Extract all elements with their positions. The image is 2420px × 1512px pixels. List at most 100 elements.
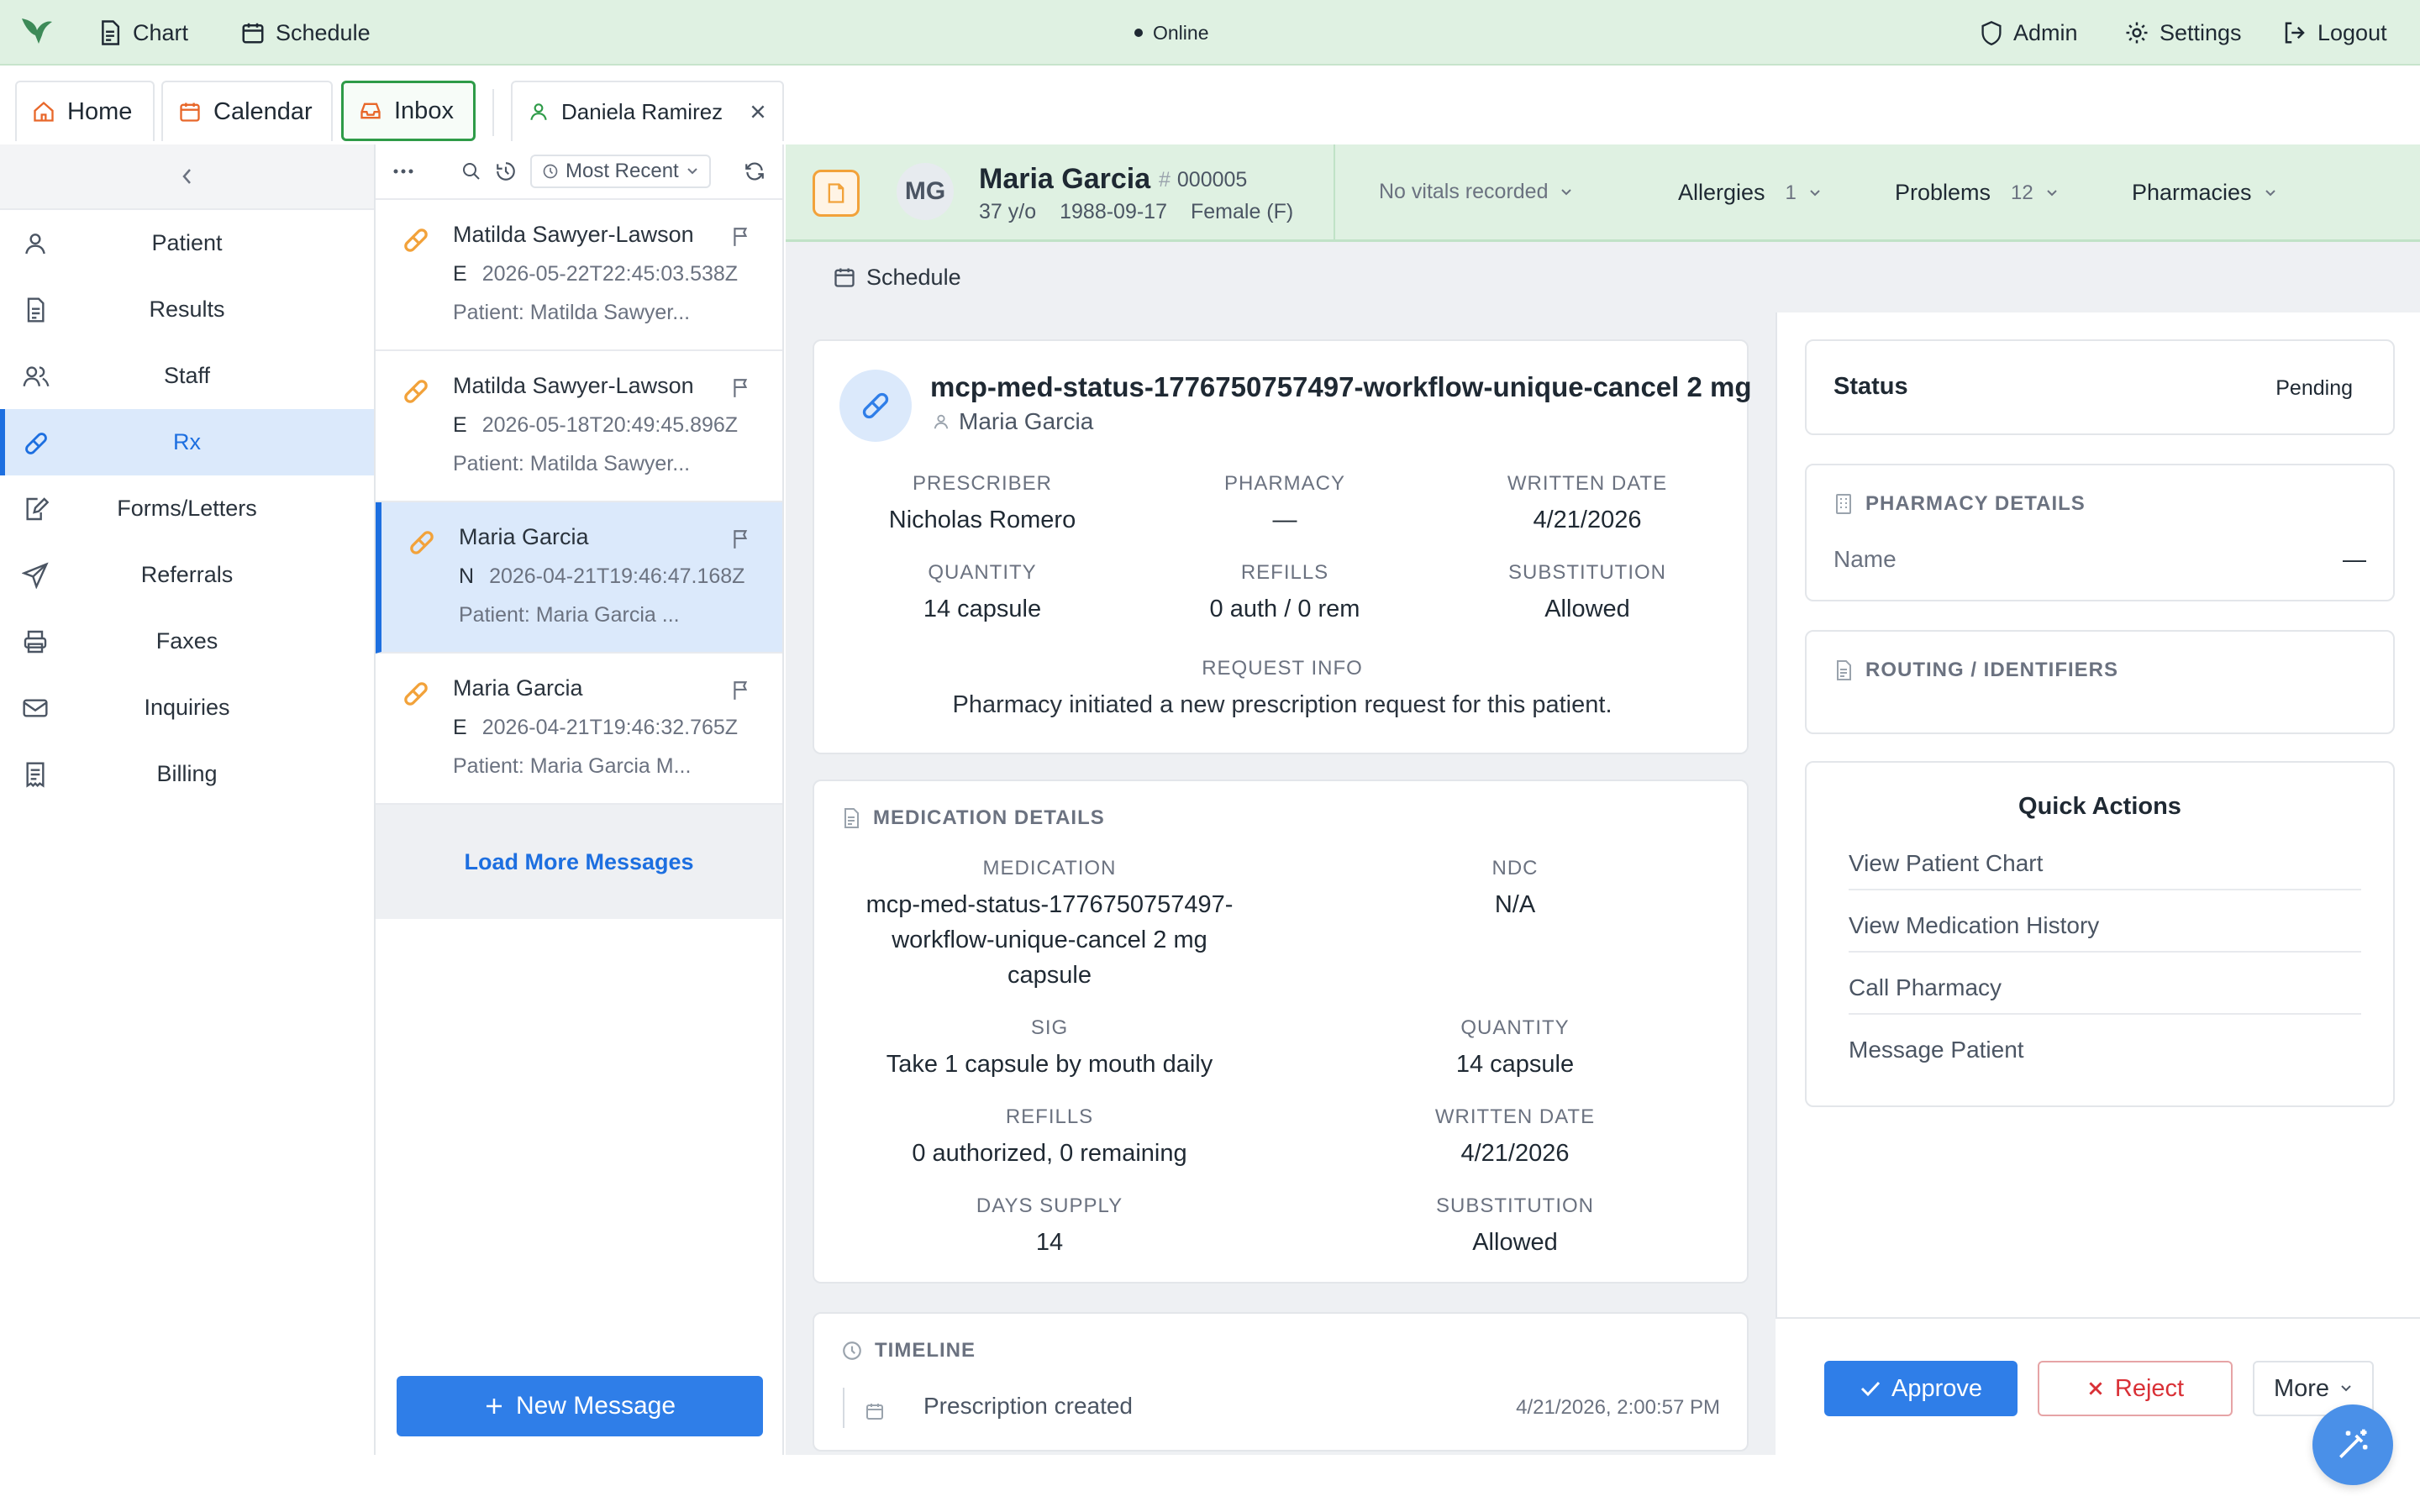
sidebar-item-rx[interactable]: Rx: [0, 409, 374, 475]
nav-settings[interactable]: Settings: [2124, 0, 2242, 66]
printer-icon: [22, 628, 49, 655]
sort-select[interactable]: Most Recent: [530, 155, 711, 188]
close-icon: [2086, 1379, 2105, 1398]
nav-logout[interactable]: Logout: [2282, 0, 2387, 66]
sidebar-item-label: Results: [149, 297, 225, 322]
flag-icon[interactable]: [730, 679, 752, 702]
patient-name[interactable]: Maria Garcia: [979, 163, 1150, 196]
chevron-down-icon: [2339, 1383, 2353, 1394]
timeline-line: [843, 1388, 844, 1428]
field-value: 4/21/2026: [1460, 1140, 1570, 1167]
field-value: Nicholas Romero: [888, 507, 1076, 533]
pill-icon: [407, 528, 437, 558]
pill-icon: [22, 429, 50, 458]
mail-icon: [22, 695, 49, 722]
connection-status: Online: [1134, 0, 1208, 66]
field-label: REQUEST INFO: [1202, 657, 1363, 680]
section-title: MEDICATION DETAILS: [841, 806, 1105, 830]
message-sender: Matilda Sawyer-Lawson: [453, 222, 694, 247]
message-item-selected[interactable]: Maria Garcia N 2026-04-21T19:46:47.168Z P…: [376, 502, 782, 654]
flag-icon[interactable]: [730, 225, 752, 249]
more-options-icon[interactable]: [392, 167, 414, 176]
magic-wand-button[interactable]: [2312, 1404, 2393, 1485]
approve-button[interactable]: Approve: [1824, 1361, 2018, 1416]
sidebar-item-inquiries[interactable]: Inquiries: [0, 675, 374, 741]
gear-icon: [2124, 20, 2149, 45]
rx-patient: Maria Garcia: [932, 408, 1093, 435]
flag-icon[interactable]: [730, 376, 752, 400]
search-icon[interactable]: [461, 161, 481, 181]
nav-schedule[interactable]: Schedule: [240, 0, 371, 66]
field-value: 14: [1035, 1229, 1064, 1256]
tab-inbox[interactable]: Inbox: [341, 81, 476, 141]
schedule-link[interactable]: Schedule: [866, 265, 961, 291]
message-timestamp: 2026-04-21T19:46:32.765Z: [481, 716, 739, 739]
med-refills: REFILLS 0 authorized, 0 remaining: [831, 1105, 1268, 1171]
nav-schedule-label: Schedule: [276, 19, 371, 45]
patient-demographics: 37 y/o 1988-09-17 Female (F): [979, 200, 1293, 224]
allergies-dropdown[interactable]: Allergies 1: [1678, 180, 1822, 206]
inbox-icon: [359, 99, 382, 123]
patient-subbar: Schedule: [786, 242, 2420, 312]
view-medication-history-link[interactable]: View Medication History: [1849, 912, 2361, 939]
user-icon: [932, 412, 950, 431]
pharmacy-details-card: PHARMACY DETAILS Name —: [1805, 464, 2395, 601]
reject-label: Reject: [2114, 1374, 2185, 1402]
home-icon: [32, 100, 55, 123]
sidebar-collapse-button[interactable]: [0, 144, 374, 210]
app-logo-icon[interactable]: [18, 15, 54, 47]
nav-settings-label: Settings: [2160, 19, 2242, 45]
field-label: REFILLS: [1005, 1105, 1094, 1128]
pharmacies-dropdown[interactable]: Pharmacies: [2132, 180, 2277, 206]
close-icon[interactable]: [749, 102, 767, 121]
clock-icon: [841, 1340, 863, 1362]
rx-title: mcp-med-status-1776750757497-workflow-un…: [930, 371, 1752, 402]
field-value: mcp-med-status-1776750757497- workflow-u…: [831, 887, 1268, 993]
refresh-icon[interactable]: [744, 160, 765, 182]
problems-count: 12: [2011, 181, 2033, 204]
timeline-event: Prescription created: [923, 1393, 1134, 1419]
tab-calendar[interactable]: Calendar: [161, 81, 333, 141]
clock-icon: [542, 163, 559, 180]
sidebar-item-faxes[interactable]: Faxes: [0, 608, 374, 675]
vitals-dropdown[interactable]: No vitals recorded: [1379, 180, 1573, 204]
message-item[interactable]: Matilda Sawyer-Lawson E 2026-05-22T22:45:…: [376, 200, 782, 351]
sidebar-item-staff[interactable]: Staff: [0, 343, 374, 409]
pharmacies-label: Pharmacies: [2132, 180, 2252, 205]
field-value: Allowed: [1472, 1229, 1558, 1256]
patient-sex: Female (F): [1191, 200, 1294, 223]
patient-dob: 1988-09-17: [1060, 200, 1167, 223]
sidebar-item-results[interactable]: Results: [0, 276, 374, 343]
flag-icon[interactable]: [730, 528, 752, 551]
message-patient-link[interactable]: Message Patient: [1849, 1037, 2361, 1063]
user-icon: [22, 230, 49, 257]
load-more-button[interactable]: Load More Messages: [376, 805, 782, 919]
nav-chart[interactable]: Chart: [97, 0, 188, 66]
sidebar-item-referrals[interactable]: Referrals: [0, 542, 374, 608]
note-icon[interactable]: [813, 170, 860, 217]
field-value: Take 1 capsule by mouth daily: [886, 1051, 1213, 1078]
form-edit-icon: [22, 496, 49, 522]
sidebar-item-patient[interactable]: Patient: [0, 210, 374, 276]
tab-home[interactable]: Home: [15, 81, 155, 141]
nav-admin[interactable]: Admin: [1980, 0, 2078, 66]
message-timestamp: 2026-05-22T22:45:03.538Z: [481, 262, 739, 286]
field-value: Allowed: [1544, 596, 1630, 622]
message-item[interactable]: Matilda Sawyer-Lawson E 2026-05-18T20:49:…: [376, 351, 782, 502]
sidebar-item-label: Forms/Letters: [117, 496, 257, 521]
new-message-button[interactable]: New Message: [397, 1376, 763, 1436]
message-type-code: E: [453, 716, 467, 739]
sidebar-item-label: Rx: [173, 429, 201, 454]
sidebar-item-forms-letters[interactable]: Forms/Letters: [0, 475, 374, 542]
tab-patient-daniela-ramirez[interactable]: Daniela Ramirez: [511, 81, 784, 141]
message-timestamp: 2026-05-18T20:49:45.896Z: [481, 413, 739, 437]
message-item[interactable]: Maria Garcia E 2026-04-21T19:46:32.765Z P…: [376, 654, 782, 805]
sidebar-item-billing[interactable]: Billing: [0, 741, 374, 807]
message-sender: Maria Garcia: [453, 675, 583, 701]
call-pharmacy-link[interactable]: Call Pharmacy: [1849, 974, 2361, 1001]
problems-dropdown[interactable]: Problems 12: [1895, 180, 2059, 206]
history-icon[interactable]: [495, 160, 517, 182]
reject-button[interactable]: Reject: [2038, 1361, 2233, 1416]
vitals-label: No vitals recorded: [1379, 180, 1549, 203]
view-patient-chart-link[interactable]: View Patient Chart: [1849, 850, 2361, 877]
